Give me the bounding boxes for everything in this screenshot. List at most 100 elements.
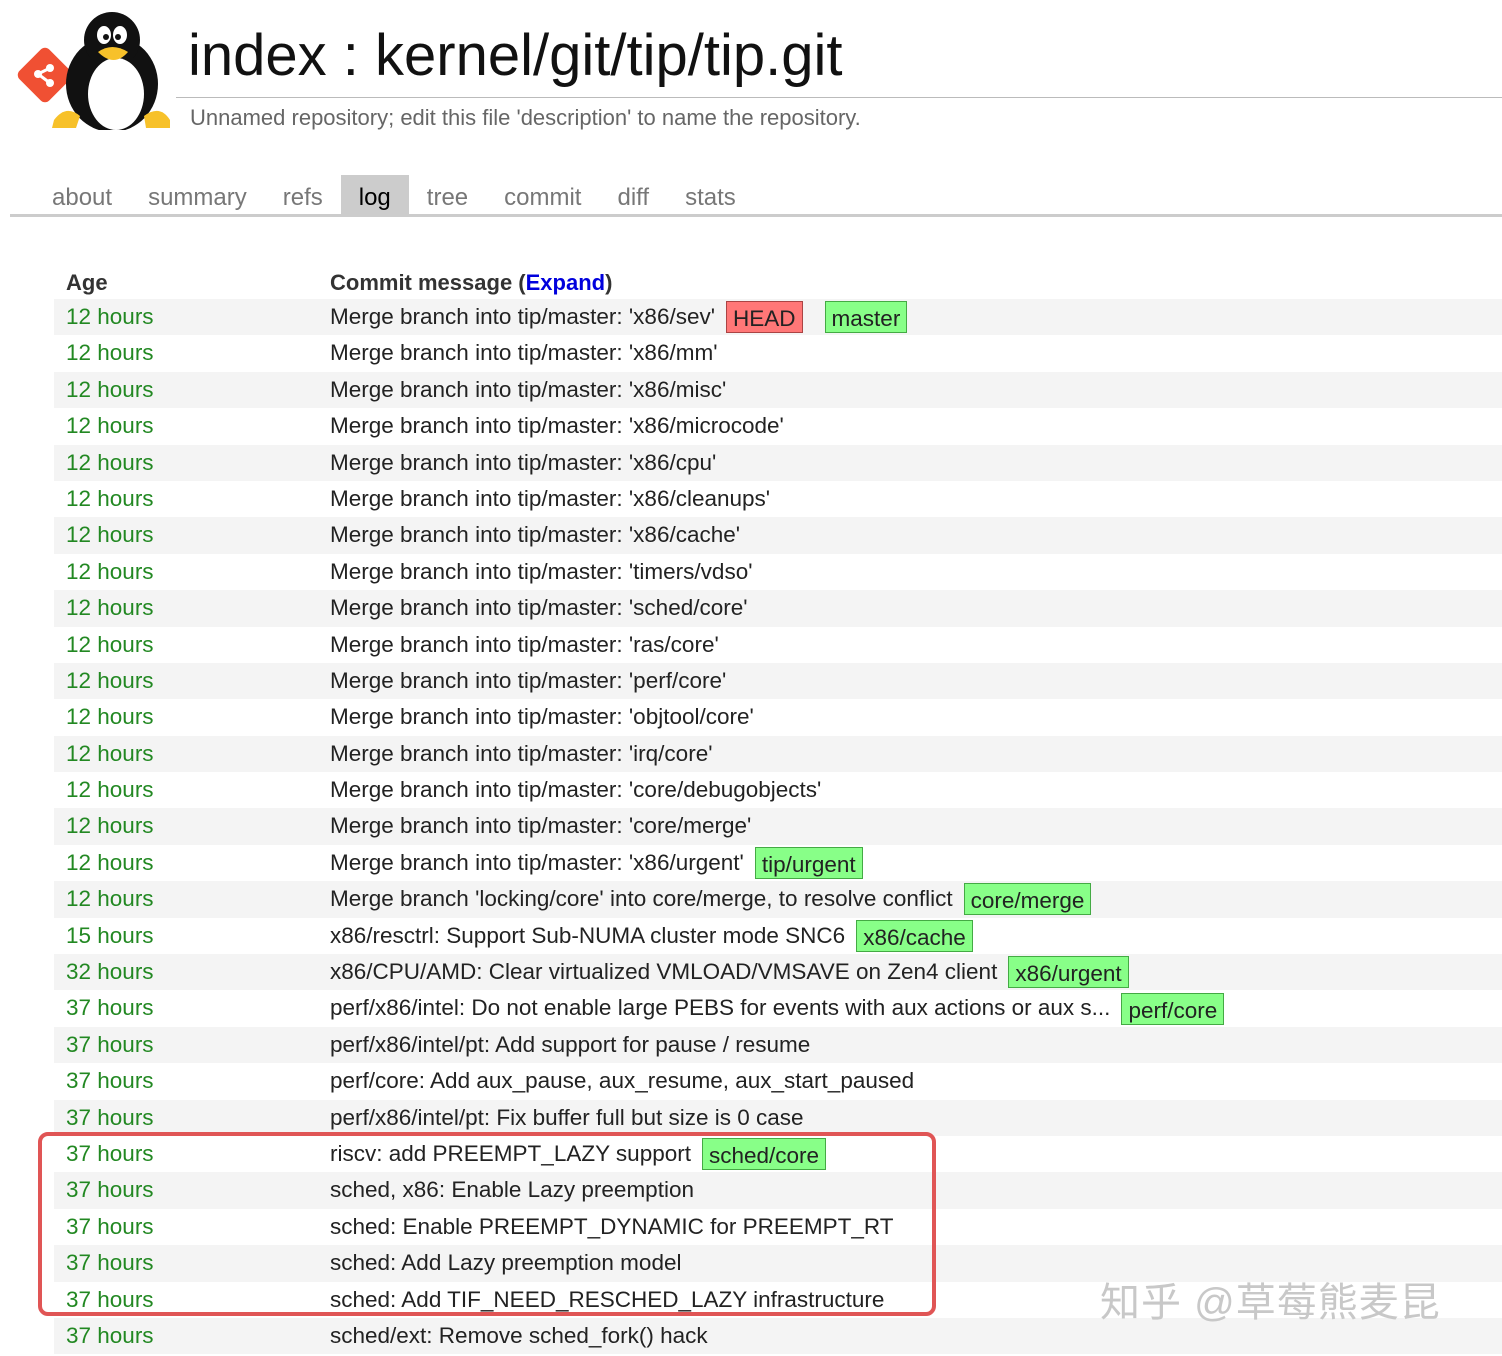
commit-message-cell: Merge branch into tip/master: 'objtool/c… (330, 699, 754, 735)
commit-message-cell: sched/ext: Remove sched_fork() hack (330, 1318, 708, 1354)
table-row: 12 hours Merge branch into tip/master: 'i… (54, 735, 1502, 773)
table-row: 12 hours Merge branch into tip/master: 'o… (54, 699, 1502, 735)
commit-age: 12 hours (66, 522, 154, 548)
commit-age: 37 hours (66, 1068, 154, 1094)
commit-message-link[interactable]: Merge branch into tip/master: 'timers/vd… (330, 554, 753, 590)
branch-ref-badge[interactable]: perf/core (1121, 992, 1225, 1025)
commit-age: 12 hours (66, 485, 154, 511)
commit-message-link[interactable]: Merge branch into tip/master: 'x86/sev' (330, 299, 715, 335)
commit-message-link[interactable]: Merge branch into tip/master: 'ras/core' (330, 627, 719, 663)
commit-age: 12 hours (66, 595, 154, 621)
commit-message-link[interactable]: Merge branch into tip/master: 'x86/cache… (330, 517, 740, 553)
tab-tree[interactable]: tree (409, 175, 486, 216)
tab-about[interactable]: about (34, 175, 130, 216)
expand-link[interactable]: Expand (526, 270, 605, 295)
commit-age: 12 hours (66, 631, 154, 657)
commit-message-link[interactable]: Merge branch 'locking/core' into core/me… (330, 881, 953, 917)
commit-message-link[interactable]: x86/resctrl: Support Sub-NUMA cluster mo… (330, 918, 845, 954)
commit-message-cell: Merge branch into tip/master: 'x86/misc' (330, 372, 726, 408)
commit-age: 12 hours (66, 413, 154, 439)
branch-ref-badge[interactable]: x86/cache (856, 919, 973, 952)
branch-ref-badge[interactable]: master (824, 301, 908, 334)
table-row: 12 hours Merge branch into tip/master: 'c… (54, 772, 1502, 808)
commit-age: 12 hours (66, 740, 154, 766)
commit-message-link[interactable]: perf/x86/intel: Do not enable large PEBS… (330, 990, 1110, 1026)
commit-message-link[interactable]: Merge branch into tip/master: 'irq/core' (330, 736, 713, 772)
head-ref-badge[interactable]: HEAD (726, 301, 803, 334)
commit-age: 37 hours (66, 995, 154, 1021)
commit-message-cell: Merge branch into tip/master: 'x86/cache… (330, 517, 740, 553)
tab-refs[interactable]: refs (265, 175, 341, 216)
commit-message-cell: Merge branch into tip/master: 'x86/urgen… (330, 845, 863, 881)
commit-age: 37 hours (66, 1031, 154, 1057)
commit-message-cell: Merge branch into tip/master: 'x86/clean… (330, 481, 770, 517)
commit-message-link[interactable]: x86/CPU/AMD: Clear virtualized VMLOAD/VM… (330, 954, 997, 990)
tab-diff[interactable]: diff (599, 175, 667, 216)
table-row: 37 hours perf/core: Add aux_pause, aux_re… (54, 1063, 1502, 1099)
commit-message-link[interactable]: Merge branch into tip/master: 'x86/misc' (330, 372, 726, 408)
table-row: 12 hours Merge branch into tip/master: 'r… (54, 627, 1502, 663)
message-header-prefix: Commit message ( (330, 270, 526, 295)
commit-message-cell: Merge branch into tip/master: 'ras/core' (330, 627, 719, 663)
age-column-header: Age (66, 270, 108, 295)
table-row: 37 hours perf/x86/intel/pt: Add support f… (54, 1026, 1502, 1064)
tab-summary[interactable]: summary (130, 175, 265, 216)
commit-message-link[interactable]: Merge branch into tip/master: 'sched/cor… (330, 590, 748, 626)
commit-message-link[interactable]: Merge branch into tip/master: 'core/merg… (330, 808, 751, 844)
commit-message-link[interactable]: Merge branch into tip/master: 'x86/clean… (330, 481, 770, 517)
commit-age: 12 hours (66, 449, 154, 475)
commit-age: 12 hours (66, 886, 154, 912)
commit-message-cell: perf/x86/intel/pt: Add support for pause… (330, 1027, 810, 1063)
tab-commit[interactable]: commit (486, 175, 599, 216)
commit-message-link[interactable]: Merge branch into tip/master: 'x86/urgen… (330, 845, 744, 881)
title-divider (176, 97, 1502, 98)
commit-age: 12 hours (66, 376, 154, 402)
table-row: 12 hours Merge branch into tip/master: 'x… (54, 444, 1502, 481)
commit-message-cell: Merge branch into tip/master: 'x86/mm' (330, 335, 718, 371)
commit-message-cell: Merge branch into tip/master: 'irq/core' (330, 736, 713, 772)
commit-message-cell: x86/resctrl: Support Sub-NUMA cluster mo… (330, 918, 973, 954)
tab-stats[interactable]: stats (667, 175, 754, 216)
commit-message-cell: perf/core: Add aux_pause, aux_resume, au… (330, 1063, 914, 1099)
commit-message-link[interactable]: Merge branch into tip/master: 'x86/micro… (330, 408, 784, 444)
commit-age: 37 hours (66, 1104, 154, 1130)
table-row: 37 hours perf/x86/intel: Do not enable la… (54, 990, 1502, 1026)
commit-message-link[interactable]: Merge branch into tip/master: 'perf/core… (330, 663, 726, 699)
table-row: 12 hours Merge branch 'locking/core' into… (54, 881, 1502, 918)
commit-message-cell: Merge branch into tip/master: 'x86/cpu' (330, 445, 716, 481)
commit-message-link[interactable]: perf/x86/intel/pt: Add support for pause… (330, 1027, 810, 1063)
tabs-divider (10, 214, 1502, 217)
commit-message-cell: Merge branch into tip/master: 'x86/sev' H… (330, 299, 908, 335)
tab-log[interactable]: log (340, 175, 409, 216)
table-row: 12 hours Merge branch into tip/master: 'x… (54, 408, 1502, 444)
repo-logo[interactable] (14, 8, 174, 132)
commit-age: 12 hours (66, 340, 154, 366)
commit-age: 12 hours (66, 304, 154, 329)
table-row: 12 hours Merge branch into tip/master: 'x… (54, 371, 1502, 409)
table-row: 15 hours x86/resctrl: Support Sub-NUMA cl… (54, 918, 1502, 954)
commit-message-cell: Merge branch 'locking/core' into core/me… (330, 881, 1092, 917)
branch-ref-badge[interactable]: core/merge (963, 883, 1092, 916)
table-row: 12 hours Merge branch into tip/master: 'x… (54, 845, 1502, 881)
commit-message-cell: Merge branch into tip/master: 'perf/core… (330, 663, 726, 699)
commit-message-link[interactable]: Merge branch into tip/master: 'core/debu… (330, 772, 821, 808)
commit-message-link[interactable]: Merge branch into tip/master: 'x86/mm' (330, 335, 718, 371)
commit-age: 12 hours (66, 813, 154, 839)
branch-ref-badge[interactable]: x86/urgent (1008, 956, 1129, 989)
commit-message-link[interactable]: perf/x86/intel/pt: Fix buffer full but s… (330, 1100, 804, 1136)
commit-age: 37 hours (66, 1322, 154, 1348)
commit-message-cell: Merge branch into tip/master: 'timers/vd… (330, 554, 753, 590)
watermark: 知乎 @草莓熊麦昆 (1100, 1281, 1441, 1325)
git-logo-icon (17, 47, 73, 103)
commit-age: 12 hours (66, 849, 154, 875)
commit-message-link[interactable]: Merge branch into tip/master: 'objtool/c… (330, 699, 754, 735)
commit-age: 32 hours (66, 959, 154, 985)
table-row: 12 hours Merge branch into tip/master: 'x… (54, 299, 1502, 336)
table-row: 12 hours Merge branch into tip/master: 's… (54, 590, 1502, 627)
commit-message-link[interactable]: Merge branch into tip/master: 'x86/cpu' (330, 445, 716, 481)
commit-message-link[interactable]: perf/core: Add aux_pause, aux_resume, au… (330, 1063, 914, 1099)
commit-message-link[interactable]: sched/ext: Remove sched_fork() hack (330, 1318, 708, 1354)
highlight-annotation-box (38, 1132, 936, 1316)
branch-ref-badge[interactable]: tip/urgent (754, 847, 863, 880)
table-row: 12 hours Merge branch into tip/master: 't… (54, 554, 1502, 590)
